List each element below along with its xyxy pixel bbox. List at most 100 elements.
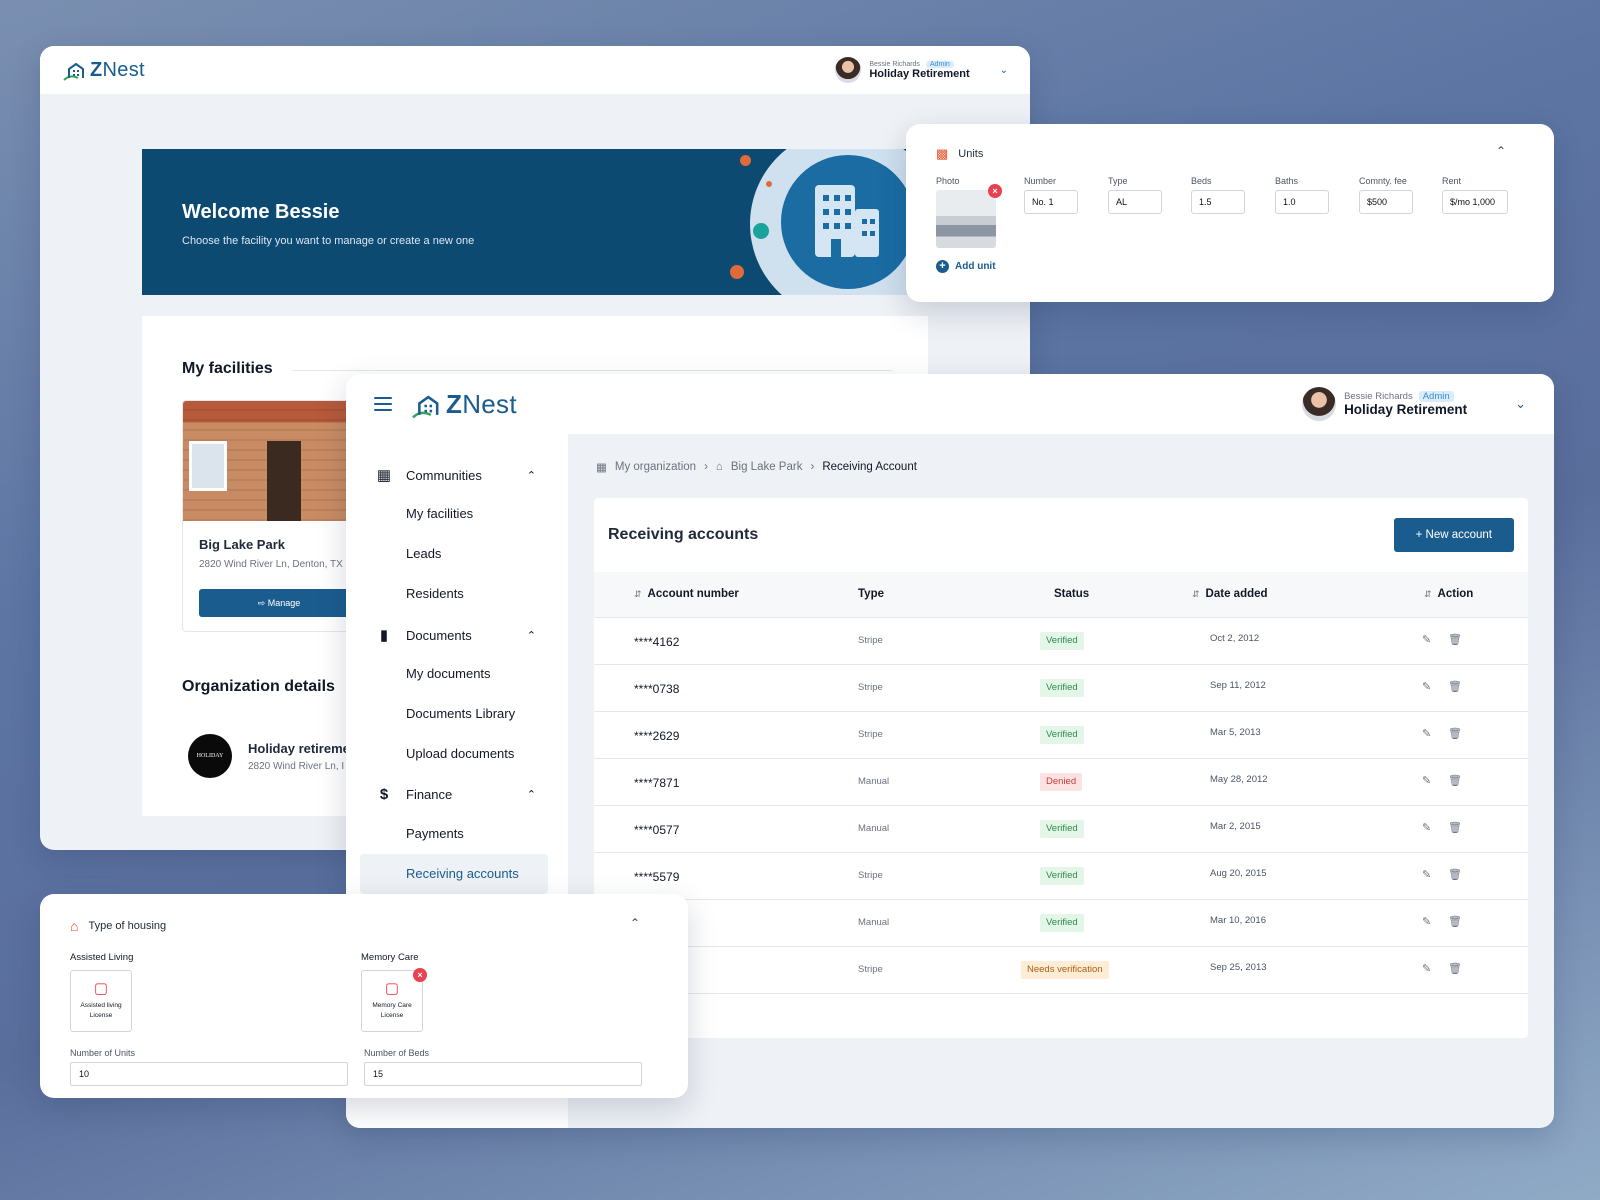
unit-baths-input[interactable] [1275, 190, 1329, 214]
top-bar: ZNest Bessie Richards Admin Holiday Reti… [346, 374, 1554, 434]
pdf-icon: ▢ [384, 980, 400, 997]
status-badge: Verified [1040, 679, 1084, 697]
account-number: ****7871 [634, 776, 680, 790]
unit-photo[interactable] [936, 190, 996, 248]
organization-address: 2820 Wind River Ln, I [248, 760, 345, 772]
trash-icon[interactable]: 🗑 [1448, 962, 1462, 975]
menu-icon[interactable] [374, 397, 392, 411]
edit-icon[interactable]: ✎ [1422, 633, 1431, 646]
column-action[interactable]: ⇵ Action [1424, 588, 1473, 600]
top-bar: ZNest Bessie Richards Admin Holiday Reti… [40, 46, 1030, 94]
edit-icon[interactable]: ✎ [1422, 774, 1431, 787]
date-added: Oct 2, 2012 [1210, 633, 1260, 644]
account-number: ****5579 [634, 870, 680, 884]
beds-count-input[interactable] [364, 1062, 642, 1086]
sort-icon[interactable]: ⇵ [1424, 589, 1432, 600]
edit-icon[interactable]: ✎ [1422, 821, 1431, 834]
decor-dot [753, 223, 769, 239]
chevron-up-icon: ⌃ [526, 629, 536, 642]
user-menu[interactable]: Bessie Richards Admin Holiday Retirement… [835, 57, 1008, 83]
table-row: Stripe Needs verification Sep 25, 2013 ✎ 🗑 [594, 947, 1528, 994]
trash-icon[interactable]: 🗑 [1448, 727, 1462, 740]
edit-icon[interactable]: ✎ [1422, 915, 1431, 928]
chevron-up-icon[interactable]: ⌃ [630, 916, 640, 930]
date-added: Mar 2, 2015 [1210, 821, 1261, 832]
sidebar-item-my-facilities[interactable]: My facilities [406, 506, 473, 521]
memory-care-title: Memory Care [361, 952, 419, 963]
breadcrumb: ▦ My organization › ⌂ Big Lake Park › Re… [596, 460, 917, 474]
unit-beds-input[interactable] [1191, 190, 1245, 214]
breadcrumb-my-organization[interactable]: My organization [615, 461, 696, 473]
user-menu[interactable]: Bessie Richards Admin Holiday Retirement… [1302, 387, 1526, 421]
photo-label: Photo [936, 176, 960, 186]
trash-icon[interactable]: 🗑 [1448, 680, 1462, 693]
user-name: Bessie Richards [1344, 391, 1413, 402]
sidebar-item-upload-documents[interactable]: Upload documents [406, 746, 514, 761]
accounts-panel: Receiving accounts + New account ⇵ Accoun… [594, 498, 1528, 1038]
login-icon: ⇨ [257, 597, 266, 608]
building-icon: ▦ [376, 467, 392, 484]
column-date-added[interactable]: ⇵ Date added [1192, 588, 1268, 600]
unit-fee-input[interactable] [1359, 190, 1413, 214]
chevron-right-icon: › [810, 461, 815, 473]
nav-group-finance[interactable]: $ Finance ⌃ [376, 786, 536, 803]
status-badge: Verified [1040, 726, 1084, 744]
new-account-button[interactable]: + New account [1393, 518, 1514, 552]
user-org: Holiday Retirement [869, 67, 970, 80]
edit-icon[interactable]: ✎ [1422, 680, 1431, 693]
unit-type-input[interactable] [1108, 190, 1162, 214]
sort-icon[interactable]: ⇵ [634, 589, 642, 600]
date-added: Mar 5, 2013 [1210, 727, 1261, 738]
chevron-up-icon[interactable]: ⌃ [1496, 144, 1506, 158]
sidebar-item-payments[interactable]: Payments [406, 826, 464, 841]
add-unit-button[interactable]: + Add unit [936, 260, 996, 273]
remove-file-icon[interactable]: × [413, 968, 427, 982]
sidebar-item-documents-library[interactable]: Documents Library [406, 706, 515, 721]
trash-icon[interactable]: 🗑 [1448, 821, 1462, 834]
table-row: ****0738 Stripe Verified Sep 11, 2012 ✎ 🗑 [594, 665, 1528, 712]
znest-logo[interactable]: ZNest [62, 59, 145, 82]
edit-icon[interactable]: ✎ [1422, 962, 1431, 975]
sidebar-item-residents[interactable]: Residents [406, 586, 464, 601]
facility-photo [183, 401, 351, 521]
plus-icon: + [936, 260, 949, 273]
chevron-down-icon[interactable]: ⌄ [1515, 396, 1526, 412]
organization-name: Holiday retireme [248, 740, 350, 756]
unit-number-input[interactable] [1024, 190, 1078, 214]
znest-logo[interactable]: ZNest [410, 389, 517, 420]
nav-group-communities[interactable]: ▦ Communities ⌃ [376, 466, 536, 484]
facility-card[interactable]: Big Lake Park 2820 Wind River Ln, Denton… [182, 400, 352, 632]
trash-icon[interactable]: 🗑 [1448, 915, 1462, 928]
sidebar-item-receiving-accounts[interactable]: Receiving accounts [406, 866, 519, 881]
remove-photo-icon[interactable]: × [988, 184, 1002, 198]
status-badge: Verified [1040, 867, 1084, 885]
unit-rent-input[interactable] [1442, 190, 1508, 214]
assisted-living-license-file[interactable]: ▢ Assisted living License [70, 970, 132, 1032]
fee-label: Comnty. fee [1359, 176, 1407, 186]
account-type: Stripe [858, 729, 883, 740]
sort-icon[interactable]: ⇵ [1192, 589, 1200, 600]
sidebar-item-leads[interactable]: Leads [406, 546, 441, 561]
facility-name: Big Lake Park [199, 537, 285, 552]
breadcrumb-big-lake-park[interactable]: Big Lake Park [731, 461, 803, 473]
trash-icon[interactable]: 🗑 [1448, 774, 1462, 787]
column-account-number[interactable]: ⇵ Account number [634, 588, 739, 600]
edit-icon[interactable]: ✎ [1422, 727, 1431, 740]
date-added: May 28, 2012 [1210, 774, 1268, 785]
assisted-living-title: Assisted Living [70, 952, 134, 963]
manage-button[interactable]: ⇨ Manage [199, 589, 351, 617]
edit-icon[interactable]: ✎ [1422, 868, 1431, 881]
account-type: Manual [858, 917, 890, 928]
organization-icon: ▦ [596, 462, 607, 474]
housing-panel: ⌂ Type of housing ⌃ Assisted Living ▢ As… [40, 894, 688, 1098]
chevron-up-icon: ⌃ [526, 789, 536, 801]
units-count-label: Number of Units [70, 1048, 136, 1058]
chevron-down-icon[interactable]: ⌄ [1000, 65, 1008, 76]
role-badge: Admin [925, 60, 954, 68]
nav-group-documents[interactable]: ▮ Documents ⌃ [376, 626, 536, 644]
trash-icon[interactable]: 🗑 [1448, 633, 1462, 646]
sidebar-item-my-documents[interactable]: My documents [406, 666, 491, 681]
units-count-input[interactable] [70, 1062, 348, 1086]
trash-icon[interactable]: 🗑 [1448, 868, 1462, 881]
chevron-up-icon: ⌃ [526, 469, 536, 482]
